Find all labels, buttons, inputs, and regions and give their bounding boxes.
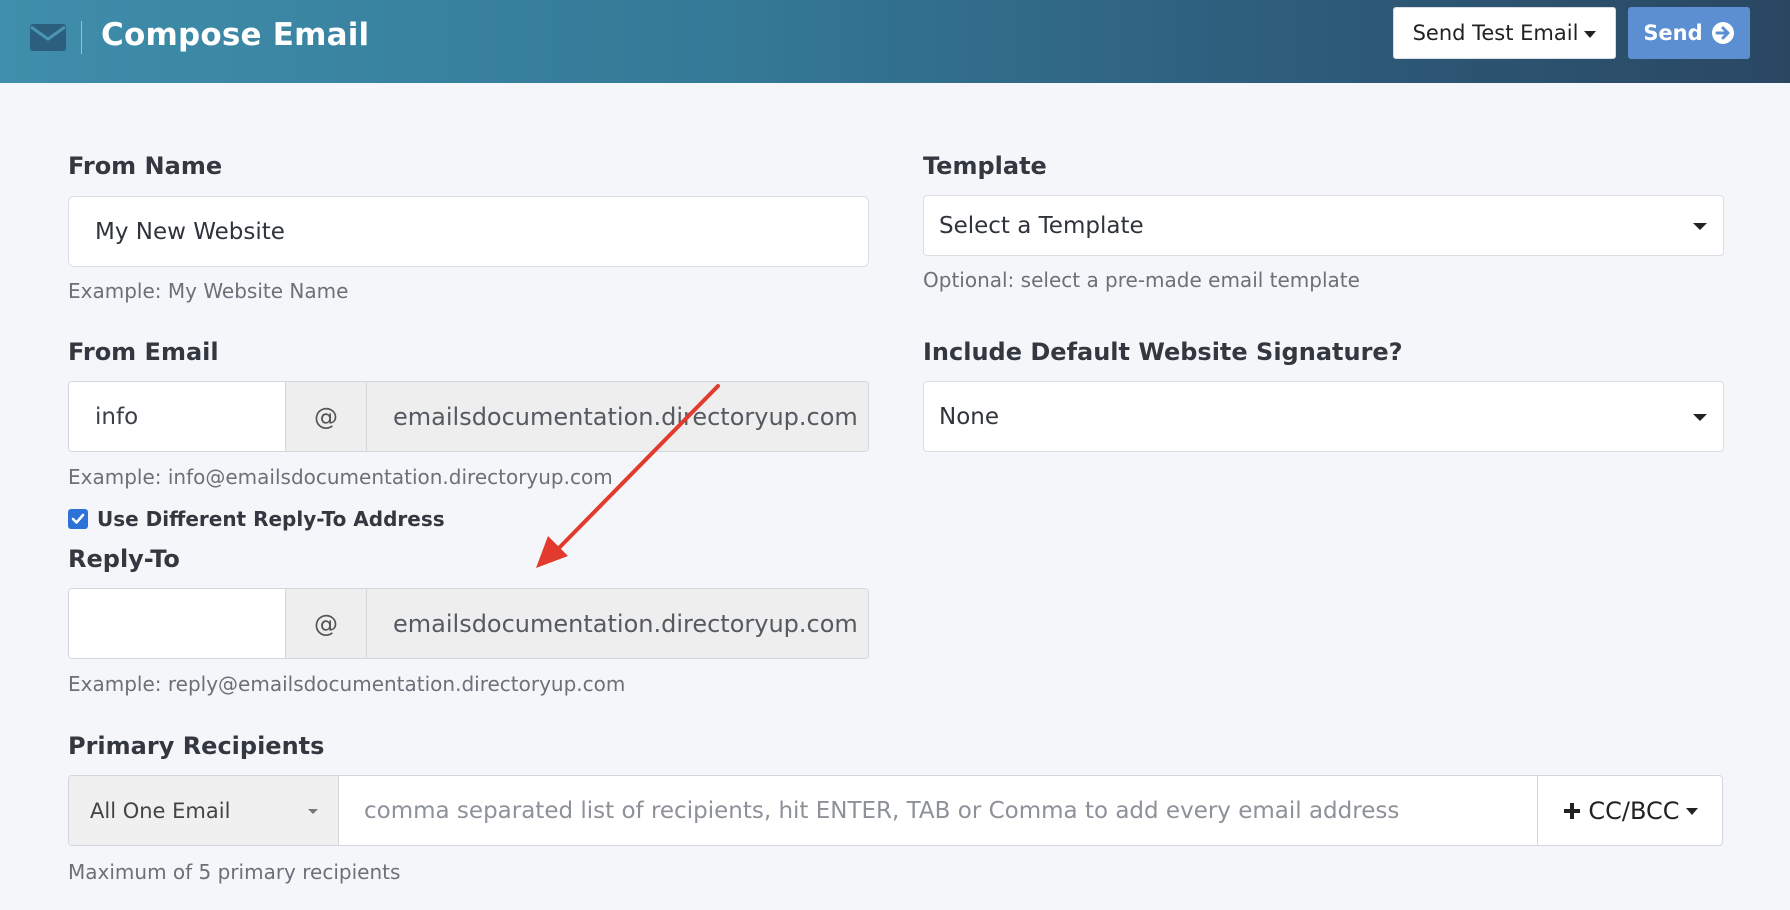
caret-down-icon bbox=[1693, 413, 1707, 421]
reply-to-label: Reply-To bbox=[68, 545, 180, 573]
reply-to-toggle-label: Use Different Reply-To Address bbox=[97, 507, 445, 531]
caret-down-icon bbox=[308, 808, 318, 814]
primary-recipients-help: Maximum of 5 primary recipients bbox=[68, 860, 401, 884]
send-label: Send bbox=[1643, 21, 1703, 45]
signature-label: Include Default Website Signature? bbox=[923, 338, 1403, 366]
check-icon bbox=[71, 513, 85, 524]
cc-bcc-button[interactable]: CC/BCC bbox=[1538, 776, 1722, 845]
reply-to-domain: emailsdocumentation.directoryup.com bbox=[367, 589, 868, 658]
recipient-mode-select[interactable]: All One Email bbox=[69, 776, 339, 845]
from-email-group: info @ emailsdocumentation.directoryup.c… bbox=[68, 381, 869, 452]
envelope-icon bbox=[30, 24, 66, 51]
reply-to-toggle[interactable]: Use Different Reply-To Address bbox=[68, 507, 445, 531]
caret-down-icon bbox=[1584, 30, 1597, 38]
reply-to-local-input[interactable] bbox=[69, 589, 286, 658]
recipient-mode-value: All One Email bbox=[90, 798, 231, 823]
page-title: Compose Email bbox=[101, 17, 370, 53]
from-email-at: @ bbox=[286, 382, 367, 451]
reply-to-checkbox[interactable] bbox=[68, 509, 88, 529]
from-name-input[interactable]: My New Website bbox=[68, 196, 869, 267]
template-help: Optional: select a pre-made email templa… bbox=[923, 268, 1360, 292]
from-email-label: From Email bbox=[68, 338, 219, 366]
recipients-input[interactable]: comma separated list of recipients, hit … bbox=[339, 776, 1538, 845]
template-label: Template bbox=[923, 152, 1047, 180]
template-select[interactable]: Select a Template bbox=[923, 195, 1724, 256]
caret-down-icon bbox=[1693, 222, 1707, 230]
from-email-help: Example: info@emailsdocumentation.direct… bbox=[68, 465, 613, 489]
annotation-arrow bbox=[536, 384, 720, 568]
reply-to-help: Example: reply@emailsdocumentation.direc… bbox=[68, 672, 626, 696]
reply-to-at: @ bbox=[286, 589, 367, 658]
header-divider bbox=[81, 21, 82, 54]
from-name-value: My New Website bbox=[95, 218, 285, 245]
from-name-help: Example: My Website Name bbox=[68, 279, 349, 303]
from-email-local-input[interactable]: info bbox=[69, 382, 286, 451]
reply-to-group: @ emailsdocumentation.directoryup.com bbox=[68, 588, 869, 659]
primary-recipients-group: All One Email comma separated list of re… bbox=[68, 775, 1723, 846]
recipients-placeholder: comma separated list of recipients, hit … bbox=[364, 797, 1400, 824]
signature-select[interactable]: None bbox=[923, 381, 1724, 452]
cc-bcc-label: CC/BCC bbox=[1588, 796, 1680, 825]
from-name-label: From Name bbox=[68, 152, 223, 180]
send-test-email-label: Send Test Email bbox=[1412, 21, 1579, 45]
send-button[interactable]: Send bbox=[1628, 7, 1750, 59]
template-selected: Select a Template bbox=[939, 212, 1144, 239]
from-email-domain: emailsdocumentation.directoryup.com bbox=[367, 382, 868, 451]
send-test-email-button[interactable]: Send Test Email bbox=[1393, 7, 1616, 59]
arrow-circle-right-icon bbox=[1711, 22, 1734, 44]
plus-icon bbox=[1564, 802, 1581, 819]
top-header: Compose Email Send Test Email Send bbox=[0, 0, 1790, 83]
primary-recipients-label: Primary Recipients bbox=[68, 732, 325, 760]
caret-down-icon bbox=[1685, 808, 1698, 815]
signature-selected: None bbox=[939, 403, 1000, 430]
